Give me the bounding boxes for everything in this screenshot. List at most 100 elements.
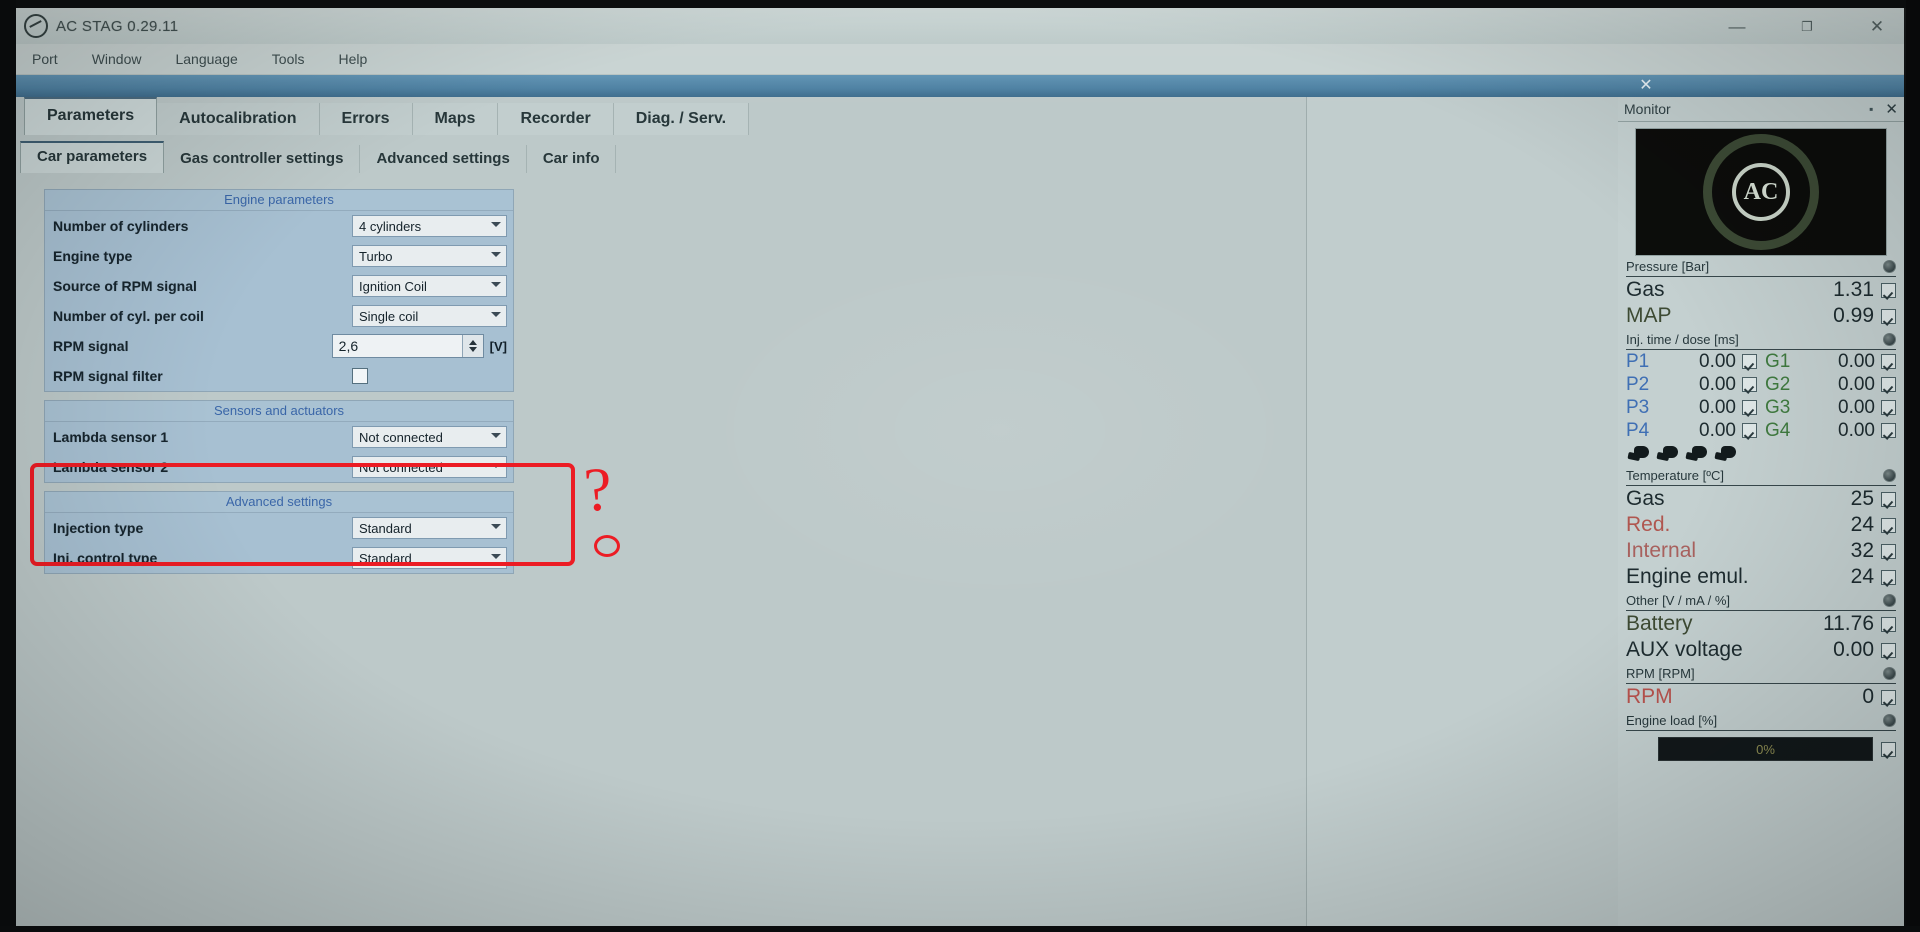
injector-value-g2: 0.00 xyxy=(1838,373,1875,395)
injector-checkbox-g1[interactable] xyxy=(1881,354,1896,369)
minimize-button[interactable]: — xyxy=(1728,18,1746,35)
select-lambda-sensor-1[interactable]: Not connected xyxy=(352,426,507,448)
injector-row: P4 0.00 G4 0.00 xyxy=(1626,419,1896,442)
monitor-checkbox-battery[interactable] xyxy=(1881,616,1896,632)
monitor-checkbox-gas-temperature[interactable] xyxy=(1881,491,1896,507)
row-number-of-cylinders: Number of cylinders 4 cylinders xyxy=(45,211,513,241)
monitor-row-engine-emul-temperature: Engine emul. 24 xyxy=(1618,564,1904,590)
close-button[interactable]: ✕ xyxy=(1868,18,1886,35)
section-title-pressure: Pressure [Bar] xyxy=(1626,259,1710,274)
status-led-icon[interactable] xyxy=(1883,714,1896,727)
subtab-advanced-settings[interactable]: Advanced settings xyxy=(360,145,527,173)
injector-checkbox-g3[interactable] xyxy=(1881,400,1896,415)
select-engine-type[interactable]: Turbo xyxy=(352,245,507,267)
monitor-checkbox-internal-temperature[interactable] xyxy=(1881,543,1896,559)
monitor-checkbox-red-temperature[interactable] xyxy=(1881,517,1896,533)
menu-item-port[interactable]: Port xyxy=(28,49,62,69)
menu-item-tools[interactable]: Tools xyxy=(268,49,309,69)
injector-key-g3: G3 xyxy=(1765,396,1791,418)
section-header-inj-time-dose: Inj. time / dose [ms] xyxy=(1618,329,1904,349)
status-led-icon[interactable] xyxy=(1883,469,1896,482)
select-inj-control-type-value: Standard xyxy=(359,551,412,566)
maximize-button[interactable]: ❐ xyxy=(1798,20,1816,33)
logo-text: AC xyxy=(1732,163,1790,221)
tab-parameters[interactable]: Parameters xyxy=(24,97,158,135)
injector-cell-p3: P3 0.00 xyxy=(1626,397,1757,419)
menu-item-window[interactable]: Window xyxy=(88,49,146,69)
injector-value-g4: 0.00 xyxy=(1838,419,1875,441)
monitor-value-map-pressure: 0.99 xyxy=(1833,304,1874,327)
chevron-down-icon xyxy=(491,433,501,438)
tab-errors[interactable]: Errors xyxy=(319,103,413,135)
monitor-row-red-temperature: Red. 24 xyxy=(1618,512,1904,538)
select-injection-type[interactable]: Standard xyxy=(352,517,507,539)
spark-plug-icon[interactable] xyxy=(1714,446,1737,463)
menu-item-help[interactable]: Help xyxy=(334,49,371,69)
select-engine-type-value: Turbo xyxy=(359,249,393,264)
row-number-of-cyl-per-coil: Number of cyl. per coil Single coil xyxy=(45,301,513,331)
injector-checkbox-p4[interactable] xyxy=(1742,423,1757,438)
spinner-arrows-icon[interactable] xyxy=(461,335,483,357)
monitor-checkbox-map-pressure[interactable] xyxy=(1881,308,1896,324)
injector-key-p2: P2 xyxy=(1626,373,1650,395)
window-title: AC STAG 0.29.11 xyxy=(56,17,179,35)
spinner-up-icon[interactable] xyxy=(468,340,477,345)
injector-checkbox-p1[interactable] xyxy=(1742,354,1757,369)
ac-logo-icon xyxy=(24,14,48,38)
section-title-engine-load: Engine load [%] xyxy=(1626,713,1718,728)
status-led-icon[interactable] xyxy=(1883,594,1896,607)
monitor-close-icon[interactable]: ✕ xyxy=(1885,100,1898,118)
monitor-row-battery: Battery 11.76 xyxy=(1618,611,1904,637)
monitor-panel: Monitor ▪ ✕ AC Pressure [Bar] Gas 1.31 M… xyxy=(1618,97,1904,927)
monitor-checkbox-rpm[interactable] xyxy=(1881,689,1896,705)
monitor-checkbox-engine-emul-temperature[interactable] xyxy=(1881,569,1896,585)
select-number-of-cylinders[interactable]: 4 cylinders xyxy=(352,215,507,237)
spark-plug-icon[interactable] xyxy=(1656,446,1679,463)
monitor-checkbox-gas-pressure[interactable] xyxy=(1881,282,1896,298)
section-header-engine-load: Engine load [%] xyxy=(1618,710,1904,730)
tab-maps[interactable]: Maps xyxy=(412,103,499,135)
monitor-checkbox-aux-voltage[interactable] xyxy=(1881,642,1896,658)
select-source-of-rpm-signal[interactable]: Ignition Coil xyxy=(352,275,507,297)
select-lambda-sensor-2[interactable]: Not connected xyxy=(352,456,507,478)
spark-plug-icon[interactable] xyxy=(1685,446,1708,463)
select-number-of-cyl-per-coil[interactable]: Single coil xyxy=(352,305,507,327)
status-led-icon[interactable] xyxy=(1883,333,1896,346)
select-source-of-rpm-signal-value: Ignition Coil xyxy=(359,279,427,294)
label-engine-type: Engine type xyxy=(53,248,133,264)
subtab-car-parameters[interactable]: Car parameters xyxy=(20,141,165,173)
subtab-car-info[interactable]: Car info xyxy=(527,145,617,173)
status-led-icon[interactable] xyxy=(1883,260,1896,273)
injector-cell-p1: P1 0.00 xyxy=(1626,351,1757,373)
injector-checkbox-p2[interactable] xyxy=(1742,377,1757,392)
monitor-label-rpm: RPM xyxy=(1626,685,1673,708)
injector-checkbox-g4[interactable] xyxy=(1881,423,1896,438)
status-led-icon[interactable] xyxy=(1883,667,1896,680)
menu-item-language[interactable]: Language xyxy=(171,49,241,69)
label-inj-control-type: Inj. control type xyxy=(53,550,158,566)
tab-autocalibration[interactable]: Autocalibration xyxy=(157,103,320,135)
tab-diag-serv[interactable]: Diag. / Serv. xyxy=(613,103,750,135)
chevron-down-icon xyxy=(491,252,501,257)
input-rpm-signal[interactable]: 2,6 xyxy=(331,334,484,358)
tab-recorder[interactable]: Recorder xyxy=(498,103,614,135)
pin-icon[interactable]: ▪ xyxy=(1869,102,1873,116)
monitor-bezel-right xyxy=(1906,0,1920,932)
label-number-of-cyl-per-coil: Number of cyl. per coil xyxy=(53,308,204,324)
injector-checkbox-g2[interactable] xyxy=(1881,377,1896,392)
injector-grid: P1 0.00 G1 0.00 P2 0.00 G2 0.00 P3 0.00 … xyxy=(1618,350,1904,442)
document-close-icon[interactable]: ✕ xyxy=(1636,75,1656,97)
spark-plug-icon[interactable] xyxy=(1627,446,1650,463)
section-title-rpm: RPM [RPM] xyxy=(1626,666,1695,681)
monitor-panel-header: Monitor ▪ ✕ xyxy=(1618,97,1904,122)
section-header-pressure: Pressure [Bar] xyxy=(1618,256,1904,276)
label-lambda-sensor-2: Lambda sensor 2 xyxy=(53,459,169,475)
spinner-down-icon[interactable] xyxy=(468,347,477,352)
monitor-label-red-temperature: Red. xyxy=(1626,513,1671,536)
subtab-gas-controller-settings[interactable]: Gas controller settings xyxy=(164,145,361,173)
monitor-checkbox-engine-load[interactable] xyxy=(1881,741,1896,757)
sub-tab-bar: Car parameters Gas controller settings A… xyxy=(20,139,1306,173)
injector-checkbox-p3[interactable] xyxy=(1742,400,1757,415)
select-inj-control-type[interactable]: Standard xyxy=(352,547,507,569)
checkbox-rpm-signal-filter[interactable] xyxy=(352,368,368,384)
